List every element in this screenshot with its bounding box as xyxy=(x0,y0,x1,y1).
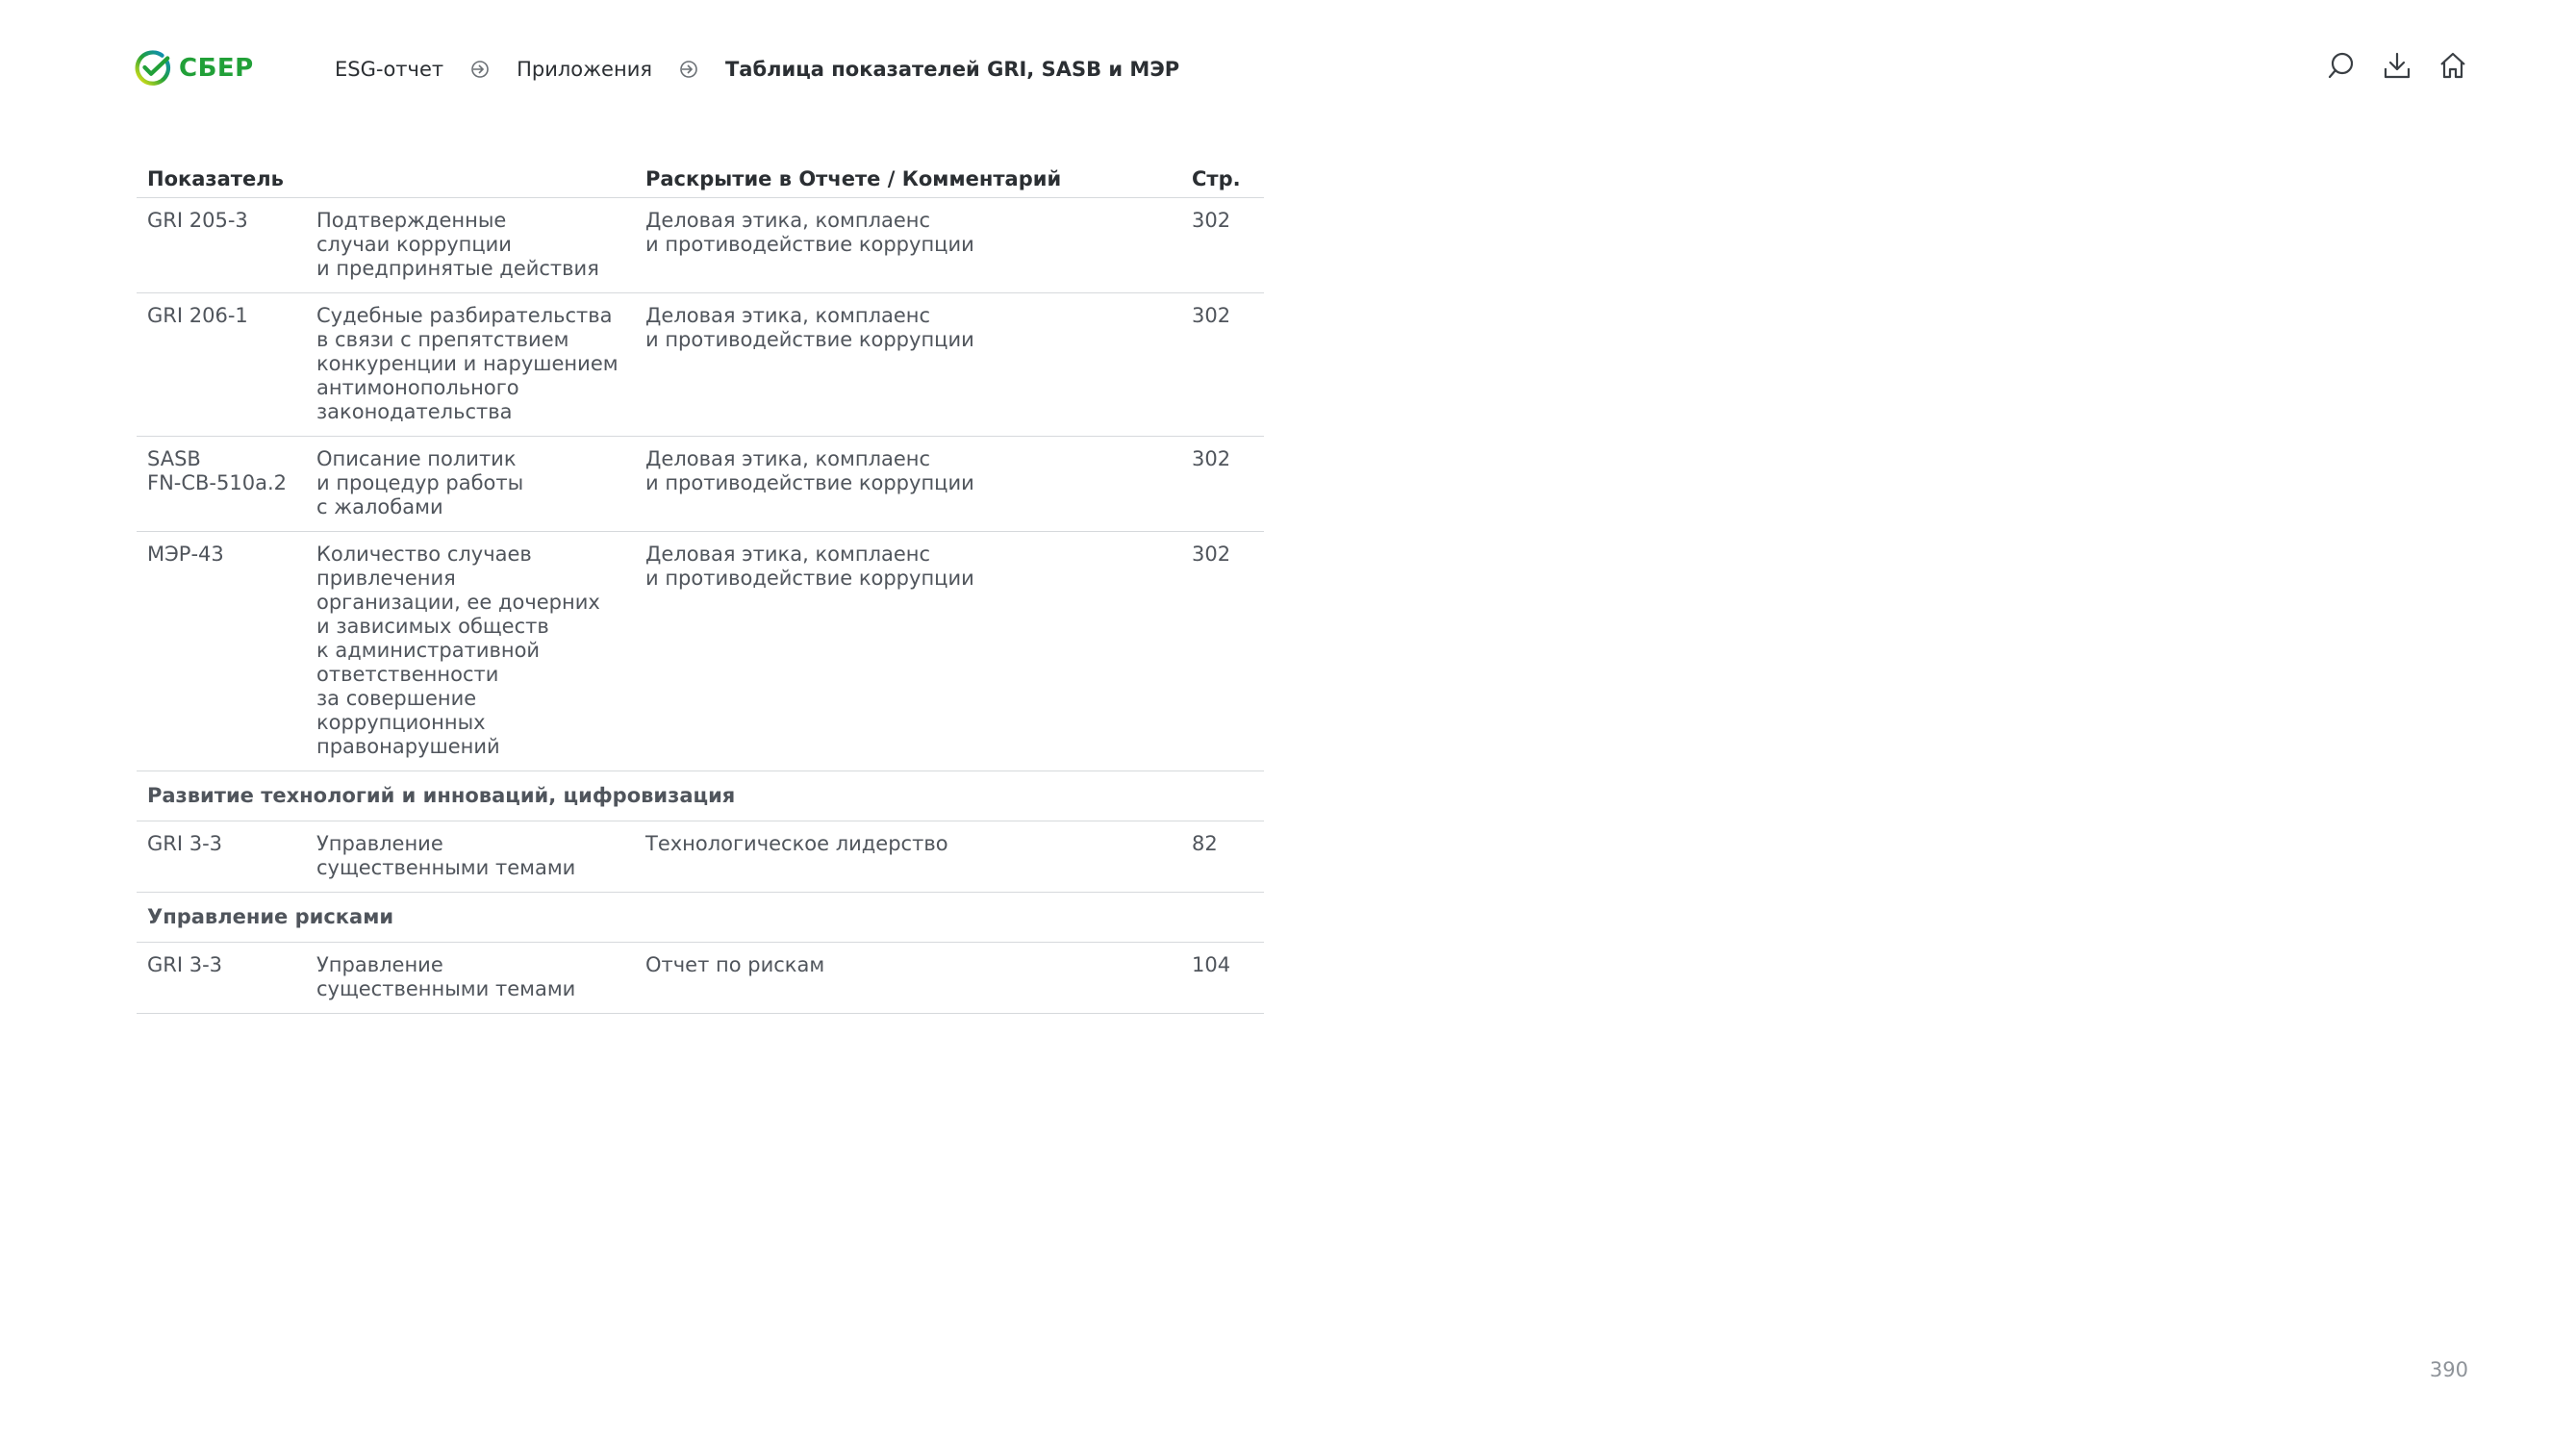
header: СБЕР ESG-отчет Приложения Таблица показа… xyxy=(0,0,2576,144)
page-link[interactable]: 302 xyxy=(1181,197,1264,293)
page-link[interactable]: 302 xyxy=(1181,531,1264,771)
disclosure-link[interactable]: Деловая этика, комплаенс и противодейств… xyxy=(635,531,1181,771)
col-header-disclosure: Раскрытие в Отчете / Комментарий xyxy=(635,159,1181,198)
col-header-page: Стр. xyxy=(1181,159,1264,198)
disclosure-link[interactable]: Деловая этика, комплаенс и противодейств… xyxy=(635,436,1181,532)
section-title-risk: Управление рисками xyxy=(137,892,1264,943)
breadcrumb-esg-report[interactable]: ESG-отчет xyxy=(335,58,443,81)
page-link[interactable]: 82 xyxy=(1181,821,1264,893)
col-header-indicator: Показатель xyxy=(137,159,635,198)
brand-name: СБЕР xyxy=(179,54,254,83)
indicator-code: GRI 206-1 xyxy=(137,292,306,437)
breadcrumb-appendices[interactable]: Приложения xyxy=(517,58,652,81)
top-toolbar xyxy=(2326,50,2468,81)
indicator-name: Количество случаев привлечения организац… xyxy=(306,531,635,771)
page-link[interactable]: 302 xyxy=(1181,436,1264,532)
indicator-name: Судебные разбирательства в связи с препя… xyxy=(306,292,635,437)
section-row: Управление рисками xyxy=(137,892,1264,943)
indicator-name: Подтвержденные случаи коррупции и предпр… xyxy=(306,197,635,293)
breadcrumb: ESG-отчет Приложения Таблица показателей… xyxy=(335,58,1179,81)
home-icon[interactable] xyxy=(2437,50,2468,81)
sber-logo[interactable]: СБЕР xyxy=(135,50,254,87)
search-icon[interactable] xyxy=(2326,50,2357,81)
table-row: GRI 3-3 Управление существенными темами … xyxy=(137,942,1264,1014)
section-row: Развитие технологий и инноваций, цифрови… xyxy=(137,771,1264,821)
sber-logo-icon xyxy=(135,50,171,86)
table-row: GRI 205-3 Подтвержденные случаи коррупци… xyxy=(137,197,1264,293)
page-link[interactable]: 302 xyxy=(1181,292,1264,437)
indicator-name: Описание политик и процедур работы с жал… xyxy=(306,436,635,532)
gri-sasb-indicators-table: Показатель Раскрытие в Отчете / Коммента… xyxy=(137,159,1264,1014)
disclosure-link[interactable]: Отчет по рискам xyxy=(635,942,1181,1014)
table-row: SASB FN-CB-510a.2 Описание политик и про… xyxy=(137,436,1264,532)
indicator-code: GRI 3-3 xyxy=(137,821,306,893)
arrow-right-circle-icon xyxy=(469,59,491,80)
indicator-code: МЭР-43 xyxy=(137,531,306,771)
page-link[interactable]: 104 xyxy=(1181,942,1264,1014)
disclosure-link[interactable]: Деловая этика, комплаенс и противодейств… xyxy=(635,292,1181,437)
indicator-code: GRI 205-3 xyxy=(137,197,306,293)
section-title-technology: Развитие технологий и инноваций, цифрови… xyxy=(137,771,1264,821)
table-row: МЭР-43 Количество случаев привлечения ор… xyxy=(137,531,1264,771)
indicator-name: Управление существенными темами xyxy=(306,942,635,1014)
indicator-code: SASB FN-CB-510a.2 xyxy=(137,436,306,532)
download-icon[interactable] xyxy=(2382,50,2412,81)
arrow-right-circle-icon xyxy=(678,59,699,80)
disclosure-link[interactable]: Технологическое лидерство xyxy=(635,821,1181,893)
disclosure-link[interactable]: Деловая этика, комплаенс и противодейств… xyxy=(635,197,1181,293)
page-number: 390 xyxy=(2429,1358,2468,1381)
table-row: GRI 206-1 Судебные разбирательства в свя… xyxy=(137,292,1264,437)
indicator-code: GRI 3-3 xyxy=(137,942,306,1014)
breadcrumb-current: Таблица показателей GRI, SASB и МЭР xyxy=(724,58,1180,81)
table-row: GRI 3-3 Управление существенными темами … xyxy=(137,821,1264,893)
table-header-row: Показатель Раскрытие в Отчете / Коммента… xyxy=(137,159,1264,198)
indicator-name: Управление существенными темами xyxy=(306,821,635,893)
